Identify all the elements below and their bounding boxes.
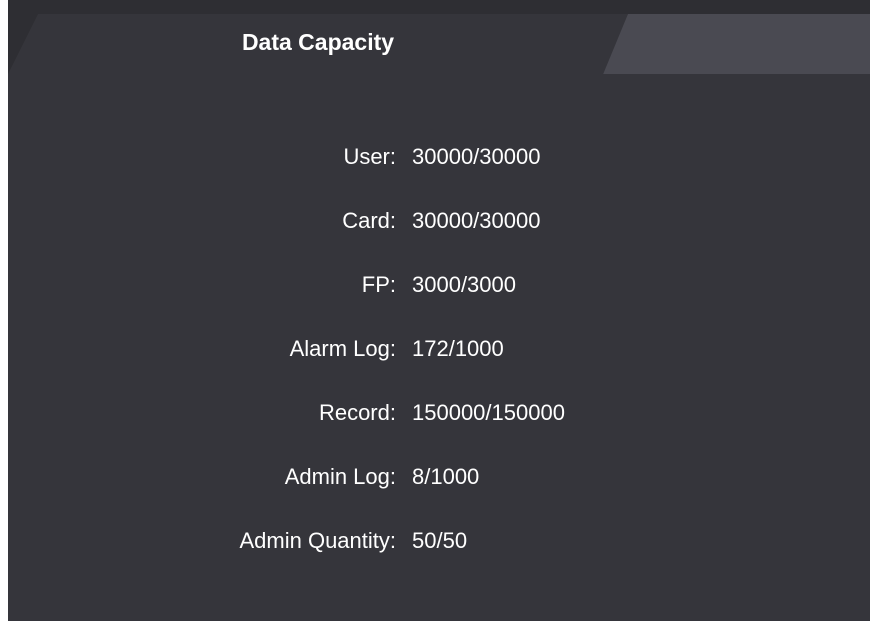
capacity-label: User: xyxy=(343,144,396,169)
capacity-row-user: User: 30000/30000 xyxy=(8,134,870,198)
data-capacity-panel: Data Capacity User: 30000/30000 Card: 30… xyxy=(8,0,870,621)
capacity-row-card: Card: 30000/30000 xyxy=(8,198,870,262)
capacity-row-admin-quantity: Admin Quantity: 50/50 xyxy=(8,518,870,582)
capacity-value: 8/1000 xyxy=(412,464,480,489)
capacity-value: 30000/30000 xyxy=(412,144,541,169)
capacity-label: FP: xyxy=(361,272,396,297)
capacity-label: Admin Log: xyxy=(284,464,396,489)
capacity-label: Admin Quantity: xyxy=(239,528,396,553)
tab-decoration xyxy=(588,14,870,74)
capacity-row-admin-log: Admin Log: 8/1000 xyxy=(8,454,870,518)
tab-title: Data Capacity xyxy=(241,29,395,55)
capacity-label: Record: xyxy=(318,400,396,425)
capacity-label: Card: xyxy=(342,208,396,233)
capacity-row-fp: FP: 3000/3000 xyxy=(8,262,870,326)
capacity-value: 30000/30000 xyxy=(412,208,541,233)
capacity-label: Alarm Log: xyxy=(289,336,396,361)
capacity-row-alarm-log: Alarm Log: 172/1000 xyxy=(8,326,870,390)
capacity-value: 50/50 xyxy=(412,528,468,553)
capacity-row-record: Record: 150000/150000 xyxy=(8,390,870,454)
capacity-value: 3000/3000 xyxy=(412,272,516,297)
capacity-value: 172/1000 xyxy=(412,336,504,361)
capacity-list: User: 30000/30000 Card: 30000/30000 FP: … xyxy=(8,134,870,582)
capacity-value: 150000/150000 xyxy=(412,400,565,425)
